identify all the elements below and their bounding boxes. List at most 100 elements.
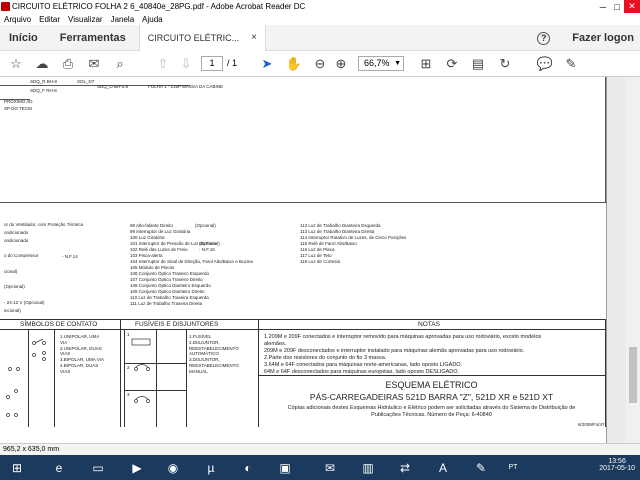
status-bar: 965,2 x 635,0 mm — [0, 443, 640, 455]
notes-title: NOTAS — [418, 321, 440, 328]
zoom-in-icon[interactable]: ⊕ — [333, 56, 349, 72]
list-item: 111 Luz de Trabalho Traseira Direita — [130, 301, 203, 306]
vertical-scrollbar[interactable] — [626, 77, 640, 443]
wire-label: SOL_D7 — [77, 79, 95, 84]
list-item: ondicionado — [4, 237, 29, 243]
wire-label: SDQ_F RH-8 — [30, 88, 57, 93]
toolbar: ☆ ☁ ⎙ ✉ ⌕ ⇧ ⇩ 1 / 1 ➤ ✋ ⊖ ⊕ 66,7% ▼ ⊞ ⟳ … — [0, 51, 640, 77]
ie-browser-icon[interactable]: e — [46, 457, 72, 478]
minimize-button[interactable]: ─ — [596, 0, 610, 13]
note-ref: (Opcional) — [195, 223, 216, 228]
winrar-icon[interactable]: ▥ — [355, 457, 381, 478]
wire-label: SDQ_O BH-0.8 — [97, 84, 129, 89]
scrollbar-thumb[interactable] — [629, 347, 637, 403]
list-item: 2.Parte dos resistores do conjunto do fi… — [264, 355, 387, 361]
list-item: ondicionado — [4, 229, 29, 235]
menu-janela[interactable]: Janela — [111, 15, 135, 24]
wire-label: FOLHA 1 - 215P MASSA DA CABINE — [148, 84, 223, 89]
zoom-dropdown[interactable]: 66,7% ▼ — [358, 56, 404, 71]
upload-cloud-icon[interactable]: ☁ — [34, 56, 50, 72]
maximize-button[interactable]: □ — [610, 0, 624, 13]
list-item: 100 Luz Giratória — [130, 235, 165, 240]
tab-document-label: CIRCUITO ELÉTRIC... — [147, 32, 240, 43]
paint-icon[interactable]: ✎ — [468, 457, 494, 478]
list-item: 116 Luz de Placa — [300, 247, 335, 252]
pdf-page: SDQ_R BH-8 SDQ_F RH-8 SOL_D7 SDQ_O BH-0.… — [0, 77, 607, 443]
zoom-out-icon[interactable]: ⊖ — [312, 56, 328, 72]
firefox-icon[interactable]: ◐ — [235, 457, 261, 478]
language-indicator[interactable]: PT — [500, 457, 526, 478]
list-item: 2.DISJUNTOR, — [189, 339, 220, 345]
list-item: 99 Interruptor de Luz Giratória — [130, 229, 191, 234]
copies-note: Cópias adicionais destes Esquemas Hidráu… — [287, 405, 576, 411]
rotate-icon[interactable]: ⟳ — [444, 56, 460, 72]
list-item: 114 Interruptor Rotativo de Luzes, de Ci… — [300, 235, 407, 240]
list-item: REESTABELECIMENTO — [189, 345, 239, 351]
note-ref: (Opcional) — [199, 241, 220, 246]
wire-label: SDQ_R BH-8 — [30, 79, 58, 84]
media-player-icon[interactable]: ▶ — [124, 457, 150, 478]
list-item: cional) — [4, 268, 18, 274]
print-icon[interactable]: ⎙ — [60, 56, 76, 72]
chrome-icon[interactable]: ◉ — [160, 457, 186, 478]
list-item: 3.DISJUNTOR, — [189, 357, 220, 363]
list-item: 209M e 209F desconectados e interruptor … — [264, 348, 525, 354]
search-icon[interactable]: ⌕ — [112, 56, 128, 72]
start-button-icon[interactable]: ⊞ — [4, 457, 30, 478]
login-button[interactable]: Fazer logon — [572, 32, 634, 44]
symbol-drawings — [6, 338, 151, 417]
close-button[interactable]: ✕ — [624, 0, 640, 13]
acrobat-taskbar-icon[interactable]: A — [430, 457, 456, 478]
page-total: / 1 — [227, 58, 238, 68]
list-item: 1.209M e 209F conectados e interruptor r… — [264, 334, 542, 340]
comment-icon[interactable]: 💬 — [537, 56, 553, 72]
list-item: 102 Relé das Luzes de Freio — [130, 247, 188, 252]
teamviewer-icon[interactable]: ⇄ — [392, 457, 418, 478]
menu-arquivo[interactable]: Arquivo — [4, 15, 31, 24]
menu-ajuda[interactable]: Ajuda — [142, 15, 162, 24]
fuses-title: FUSÍVEIS E DISJUNTORES — [135, 321, 219, 328]
file-explorer-icon[interactable]: ▭ — [85, 457, 111, 478]
clock-date: 2017-05-10 — [599, 465, 635, 472]
title-bar: CIRCUITO ELÉTRICO FOLHA 2 6_40840e_28PG.… — [0, 0, 640, 13]
menu-visualizar[interactable]: Visualizar — [68, 15, 103, 24]
list-item: 1.FUSÍVEL — [189, 334, 212, 339]
utorrent-icon[interactable]: µ — [198, 457, 224, 478]
page-size: 965,2 x 635,0 mm — [3, 446, 60, 453]
mail-icon[interactable]: ✉ — [317, 457, 343, 478]
stamp-code: 6/2009/F4/47 — [578, 422, 605, 427]
list-item: 3.64M e 64F conectados para máquinas nor… — [264, 362, 463, 368]
list-item: 104 Interruptor de Sinal de Direção, Far… — [130, 259, 253, 264]
tab-tools[interactable]: Ferramentas — [60, 32, 126, 44]
email-icon[interactable]: ✉ — [86, 56, 102, 72]
window-title: CIRCUITO ELÉTRICO FOLHA 2 6_40840e_28PG.… — [12, 2, 306, 11]
clock[interactable]: 13:56 2017-05-10 — [599, 458, 635, 472]
list-item: alemães. — [264, 341, 287, 347]
sign-pen-icon[interactable]: ✎ — [563, 56, 579, 72]
app-window-icon[interactable]: ▣ — [272, 457, 298, 478]
list-item: 113 Luz de Trabalho Dianteira Direita — [300, 229, 375, 234]
note-ref: - N.F.15 — [199, 247, 215, 252]
hand-tool-icon[interactable]: ✋ — [286, 56, 302, 72]
help-icon[interactable]: ? — [537, 31, 551, 45]
list-item: 105 Módulo de Piscas — [130, 265, 175, 270]
list-item: 110 Luz de Trabalho Traseira Esquerda — [130, 295, 209, 300]
tab-document[interactable]: CIRCUITO ELÉTRIC... × — [138, 24, 266, 51]
page-up-icon[interactable]: ⇧ — [155, 56, 171, 72]
taskbar: ⊞ e ▭ ▶ ◉ µ ◐ ▣ ✉ ▥ ⇄ A ✎ PT 13:56 2017-… — [0, 455, 640, 480]
page-down-icon[interactable]: ⇩ — [178, 56, 194, 72]
tab-home[interactable]: Início — [9, 32, 38, 44]
close-tab-icon[interactable]: × — [251, 32, 257, 43]
scroll-mode-icon[interactable]: ▤ — [470, 56, 486, 72]
select-arrow-icon[interactable]: ➤ — [259, 56, 275, 72]
page-number-input[interactable]: 1 — [201, 56, 223, 71]
list-item: o do Compressor — [4, 253, 39, 259]
rotate-view-icon[interactable]: ↻ — [497, 56, 513, 72]
document-area[interactable]: SDQ_R BH-8 SDQ_F RH-8 SOL_D7 SDQ_O BH-0.… — [0, 77, 640, 443]
menu-editar[interactable]: Editar — [39, 15, 60, 24]
bookmark-star-icon[interactable]: ☆ — [8, 56, 24, 72]
chevron-down-icon: ▼ — [394, 60, 401, 67]
list-item: 106 Conjunto Óptico Traseiro Esquerdo — [130, 271, 210, 276]
list-item: 64M e 64F desconectados para máquinas eu… — [264, 369, 460, 375]
fit-page-icon[interactable]: ⊞ — [418, 56, 434, 72]
